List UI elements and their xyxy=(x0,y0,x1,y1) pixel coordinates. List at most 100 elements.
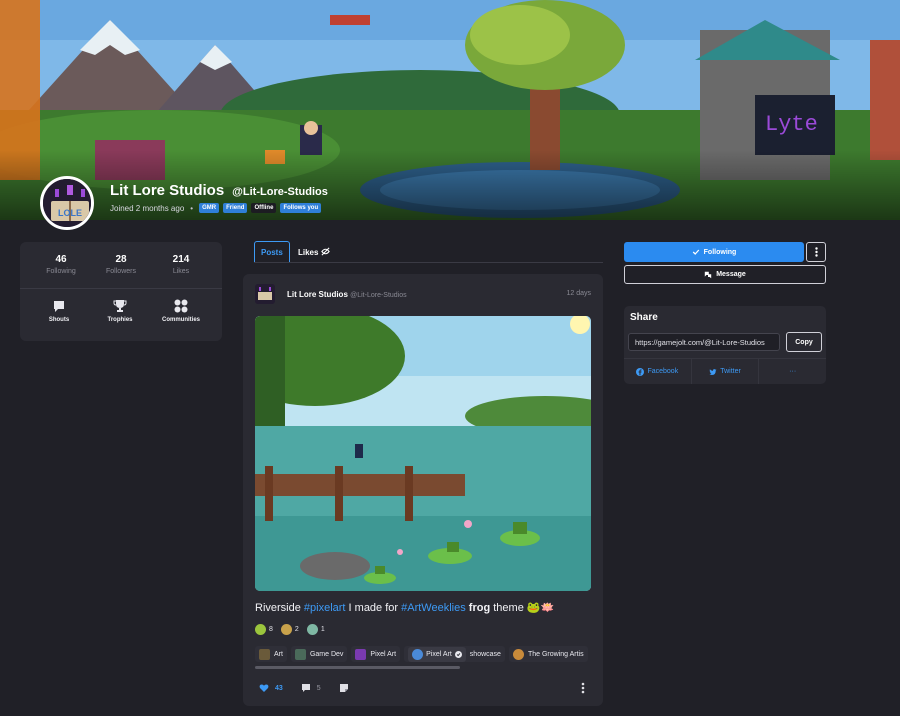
community-chip-game-dev[interactable]: Game Dev xyxy=(290,646,348,662)
quick-link-shouts[interactable]: Shouts xyxy=(24,299,94,323)
tab-likes[interactable]: Likes xyxy=(292,241,336,262)
comment-count[interactable]: 5 xyxy=(317,685,321,692)
separator-dot: • xyxy=(190,203,194,213)
community-label: Art xyxy=(274,650,283,658)
hashtag-link[interactable]: #ArtWeeklies xyxy=(401,602,466,614)
more-options-icon xyxy=(814,247,818,257)
more-options-icon[interactable] xyxy=(581,682,585,694)
profile-name-row: Lit Lore Studios @Lit-Lore-Studios xyxy=(110,182,328,199)
message-button-label: Message xyxy=(716,271,746,278)
post-text-segment: I made for xyxy=(345,602,402,614)
share-twitter-button[interactable]: Twitter xyxy=(692,359,760,384)
reaction-chip[interactable]: 2 xyxy=(280,624,299,635)
post-text-segment: Riverside xyxy=(255,602,304,614)
post-author-avatar[interactable] xyxy=(255,284,275,304)
tag-follows-you: Follows you xyxy=(280,203,322,213)
stat-following-label: Following xyxy=(46,268,76,275)
hashtag-link[interactable]: #pixelart xyxy=(304,602,346,614)
tag-gmr: GMR xyxy=(199,203,220,213)
stat-likes[interactable]: 214 Likes xyxy=(151,254,211,275)
share-url-input[interactable] xyxy=(628,333,780,351)
reaction-chip[interactable]: 1 xyxy=(306,624,325,635)
reaction-emoji-icon xyxy=(280,624,292,635)
reaction-emoji-icon xyxy=(255,624,266,635)
stat-likes-label: Likes xyxy=(172,268,190,275)
comment-icon[interactable] xyxy=(301,683,311,693)
profile-avatar[interactable]: LOLE xyxy=(40,176,94,230)
facebook-icon xyxy=(636,367,645,376)
grid-dots-icon xyxy=(174,299,188,313)
riverside-pixel-art xyxy=(255,316,591,591)
quick-link-trophies-label: Trophies xyxy=(107,317,133,323)
follow-options-button[interactable] xyxy=(806,242,826,262)
post-text: Riverside #pixelart I made for #ArtWeekl… xyxy=(255,601,554,614)
community-thumbnail xyxy=(355,648,367,660)
community-label: Pixel Art xyxy=(370,650,397,658)
reaction-emoji-icon xyxy=(306,624,318,635)
community-chip-pixel-art-showcase[interactable]: Pixel Art showcase xyxy=(404,646,505,662)
stat-likes-value: 214 xyxy=(172,254,190,265)
stats-divider xyxy=(20,288,222,289)
reactions-row: 8 2 1 xyxy=(255,624,325,635)
share-more-button[interactable]: ··· xyxy=(759,359,826,384)
trophy-icon xyxy=(113,300,127,312)
quick-link-communities[interactable]: Communities xyxy=(146,299,216,323)
community-thumbnail xyxy=(512,648,524,660)
following-button-label: Following xyxy=(703,248,737,256)
community-label: The Growing Artis xyxy=(527,650,584,658)
post-text-bold: frog xyxy=(468,602,491,614)
heart-icon[interactable] xyxy=(259,683,269,693)
community-thumbnail xyxy=(294,648,306,660)
share-facebook-button[interactable]: Facebook xyxy=(624,359,692,384)
reaction-chip[interactable]: 8 xyxy=(255,624,273,635)
quick-link-trophies[interactable]: Trophies xyxy=(85,299,155,323)
eye-slash-icon xyxy=(320,247,330,256)
post-author-name: Lit Lore Studios xyxy=(287,290,348,299)
post-author[interactable]: Lit Lore Studios @Lit-Lore-Studios xyxy=(287,290,407,299)
like-count[interactable]: 43 xyxy=(275,685,283,692)
reaction-count: 2 xyxy=(294,626,299,633)
svg-text:LOLE: LOLE xyxy=(58,208,82,218)
stat-followers[interactable]: 28 Followers xyxy=(91,254,151,275)
feed-tabs: Posts Likes xyxy=(254,241,603,263)
community-channel-label: showcase xyxy=(469,650,501,658)
post-author-handle: @Lit-Lore-Studios xyxy=(350,292,407,299)
stat-followers-value: 28 xyxy=(115,254,127,265)
community-chip-art[interactable]: Art xyxy=(255,646,287,662)
community-thumbnail xyxy=(259,648,270,660)
post-text-segment: theme xyxy=(490,602,527,614)
community-thumbnail xyxy=(412,648,424,660)
share-more-label: ··· xyxy=(789,368,797,375)
copy-button[interactable]: Copy xyxy=(786,332,822,352)
sticker-icon[interactable] xyxy=(339,683,349,693)
communities-scrollbar[interactable] xyxy=(255,666,460,669)
community-chip-growing-artists[interactable]: The Growing Artis xyxy=(508,646,588,662)
stat-following[interactable]: 46 Following xyxy=(31,254,91,275)
verified-icon xyxy=(454,650,462,658)
check-icon xyxy=(692,249,699,255)
svg-text:Lyte: Lyte xyxy=(765,112,818,137)
display-name: Lit Lore Studios xyxy=(110,182,225,199)
share-links-row: Facebook Twitter ··· xyxy=(624,358,826,384)
tab-posts[interactable]: Posts xyxy=(254,241,290,262)
reaction-count: 8 xyxy=(269,626,273,633)
post-timestamp[interactable]: 12 days xyxy=(566,290,591,297)
joined-date: Joined 2 months ago xyxy=(110,203,185,213)
community-chip-pixel-art[interactable]: Pixel Art xyxy=(351,646,401,662)
twitter-icon xyxy=(709,368,717,375)
post-actions: 43 5 xyxy=(259,683,349,693)
username: @Lit-Lore-Studios xyxy=(232,186,328,198)
speech-bubble-icon xyxy=(54,301,64,312)
quick-link-communities-label: Communities xyxy=(161,317,200,323)
post-image[interactable] xyxy=(255,316,591,591)
post-text-emoji: 🐸🪷 xyxy=(526,602,555,614)
tag-friend: Friend xyxy=(223,203,248,213)
stat-following-value: 46 xyxy=(55,254,67,265)
community-channel-parent: Pixel Art xyxy=(408,646,466,662)
communities-row: Art Game Dev Pixel Art Pixel Art showcas… xyxy=(255,646,595,664)
message-button[interactable]: Message xyxy=(624,265,826,284)
following-button[interactable]: Following xyxy=(624,242,804,262)
quick-link-shouts-label: Shouts xyxy=(48,317,70,323)
message-icon xyxy=(705,271,712,278)
share-card: Share Copy Facebook Twitter ··· xyxy=(624,306,826,384)
